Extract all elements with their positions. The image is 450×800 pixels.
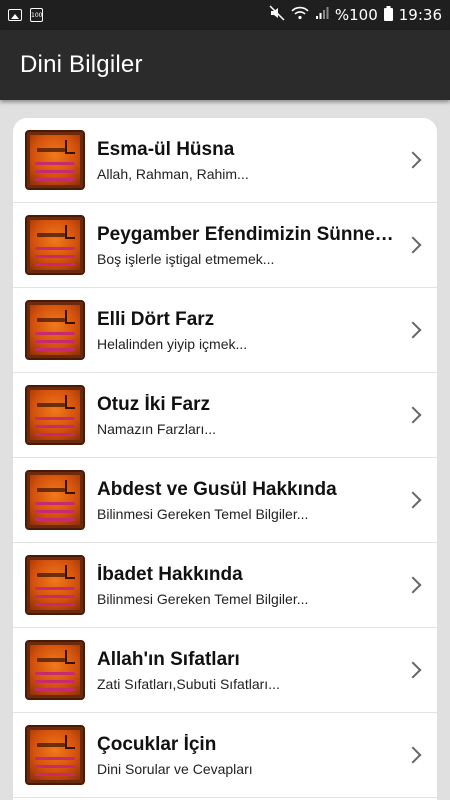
book-cover-icon	[25, 555, 85, 615]
chevron-right-icon	[404, 406, 422, 424]
book-cover-icon	[25, 725, 85, 785]
list-item-title: Elli Dört Farz	[97, 308, 215, 330]
list-item-texts: Çocuklar İçin Dini Sorular ve Cevapları	[97, 734, 397, 777]
app-title: Dini Bilgiler	[20, 51, 143, 78]
list-item[interactable]: Allah'ın Sıfatları Zati Sıfatları,Subuti…	[13, 628, 437, 713]
book-cover-icon	[25, 130, 85, 190]
list-item[interactable]: Otuz İki Farz Namazın Farzları...	[13, 373, 437, 458]
book-cover-icon	[25, 300, 85, 360]
chevron-right-icon	[404, 746, 422, 764]
book-cover-icon	[25, 470, 85, 530]
chevron-right-icon	[404, 491, 422, 509]
list-item-texts: Esma-ül Hüsna Allah, Rahman, Rahim...	[97, 139, 397, 182]
list-item-title: İbadet Hakkında	[97, 563, 243, 585]
calendar-notification-icon: 100	[30, 8, 43, 22]
list-item-texts: Allah'ın Sıfatları Zati Sıfatları,Subuti…	[97, 649, 397, 692]
list-item-subtitle: Namazın Farzları...	[97, 420, 217, 437]
list-item-subtitle: Dini Sorular ve Cevapları	[97, 760, 253, 777]
chevron-right-icon	[404, 321, 422, 339]
signal-icon	[315, 6, 329, 24]
chevron-right-icon	[404, 661, 422, 679]
list-item-subtitle: Boş işlerle iştigal etmemek...	[97, 250, 275, 267]
list-item-texts: Abdest ve Gusül Hakkında Bilinmesi Gerek…	[97, 479, 397, 522]
topic-list: Esma-ül Hüsna Allah, Rahman, Rahim... Pe…	[13, 118, 437, 800]
chevron-right-icon	[404, 236, 422, 254]
book-cover-icon	[25, 385, 85, 445]
list-item[interactable]: Elli Dört Farz Helalinden yiyip içmek...	[13, 288, 437, 373]
list-item[interactable]: İbadet Hakkında Bilinmesi Gereken Temel …	[13, 543, 437, 628]
list-item[interactable]: Esma-ül Hüsna Allah, Rahman, Rahim...	[13, 118, 437, 203]
wifi-icon	[291, 6, 309, 24]
battery-percent: %100	[334, 6, 378, 24]
list-item-title: Esma-ül Hüsna	[97, 138, 235, 160]
list-item-subtitle: Bilinmesi Gereken Temel Bilgiler...	[97, 590, 309, 607]
battery-icon	[383, 5, 393, 25]
clock: 19:36	[398, 6, 442, 24]
list-item-subtitle: Helalinden yiyip içmek...	[97, 335, 248, 352]
status-bar: 100 %100 19:36	[0, 0, 450, 30]
mute-icon	[269, 5, 285, 25]
chevron-right-icon	[404, 576, 422, 594]
status-left: 100	[8, 8, 43, 22]
list-item-subtitle: Allah, Rahman, Rahim...	[97, 165, 249, 182]
list-item-title: Abdest ve Gusül Hakkında	[97, 478, 337, 500]
status-right: %100 19:36	[269, 5, 442, 25]
chevron-right-icon	[404, 151, 422, 169]
list-item-title: Çocuklar İçin	[97, 733, 217, 755]
book-cover-icon	[25, 215, 85, 275]
image-notification-icon	[8, 9, 22, 21]
list-item[interactable]: Abdest ve Gusül Hakkında Bilinmesi Gerek…	[13, 458, 437, 543]
list-item-texts: Peygamber Efendimizin Sünnetleri Boş işl…	[97, 224, 397, 267]
list-item-texts: Elli Dört Farz Helalinden yiyip içmek...	[97, 309, 397, 352]
list-item-subtitle: Zati Sıfatları,Subuti Sıfatları...	[97, 675, 280, 692]
list-item-texts: Otuz İki Farz Namazın Farzları...	[97, 394, 397, 437]
list-item-title: Otuz İki Farz	[97, 393, 210, 415]
list-item-title: Allah'ın Sıfatları	[97, 648, 240, 670]
list-item-title: Peygamber Efendimizin Sünnetleri	[97, 223, 397, 245]
list-item-texts: İbadet Hakkında Bilinmesi Gereken Temel …	[97, 564, 397, 607]
app-bar: Dini Bilgiler	[0, 30, 450, 100]
book-cover-icon	[25, 640, 85, 700]
list-item-subtitle: Bilinmesi Gereken Temel Bilgiler...	[97, 505, 309, 522]
list-item[interactable]: Peygamber Efendimizin Sünnetleri Boş işl…	[13, 203, 437, 288]
list-item[interactable]: Çocuklar İçin Dini Sorular ve Cevapları	[13, 713, 437, 798]
